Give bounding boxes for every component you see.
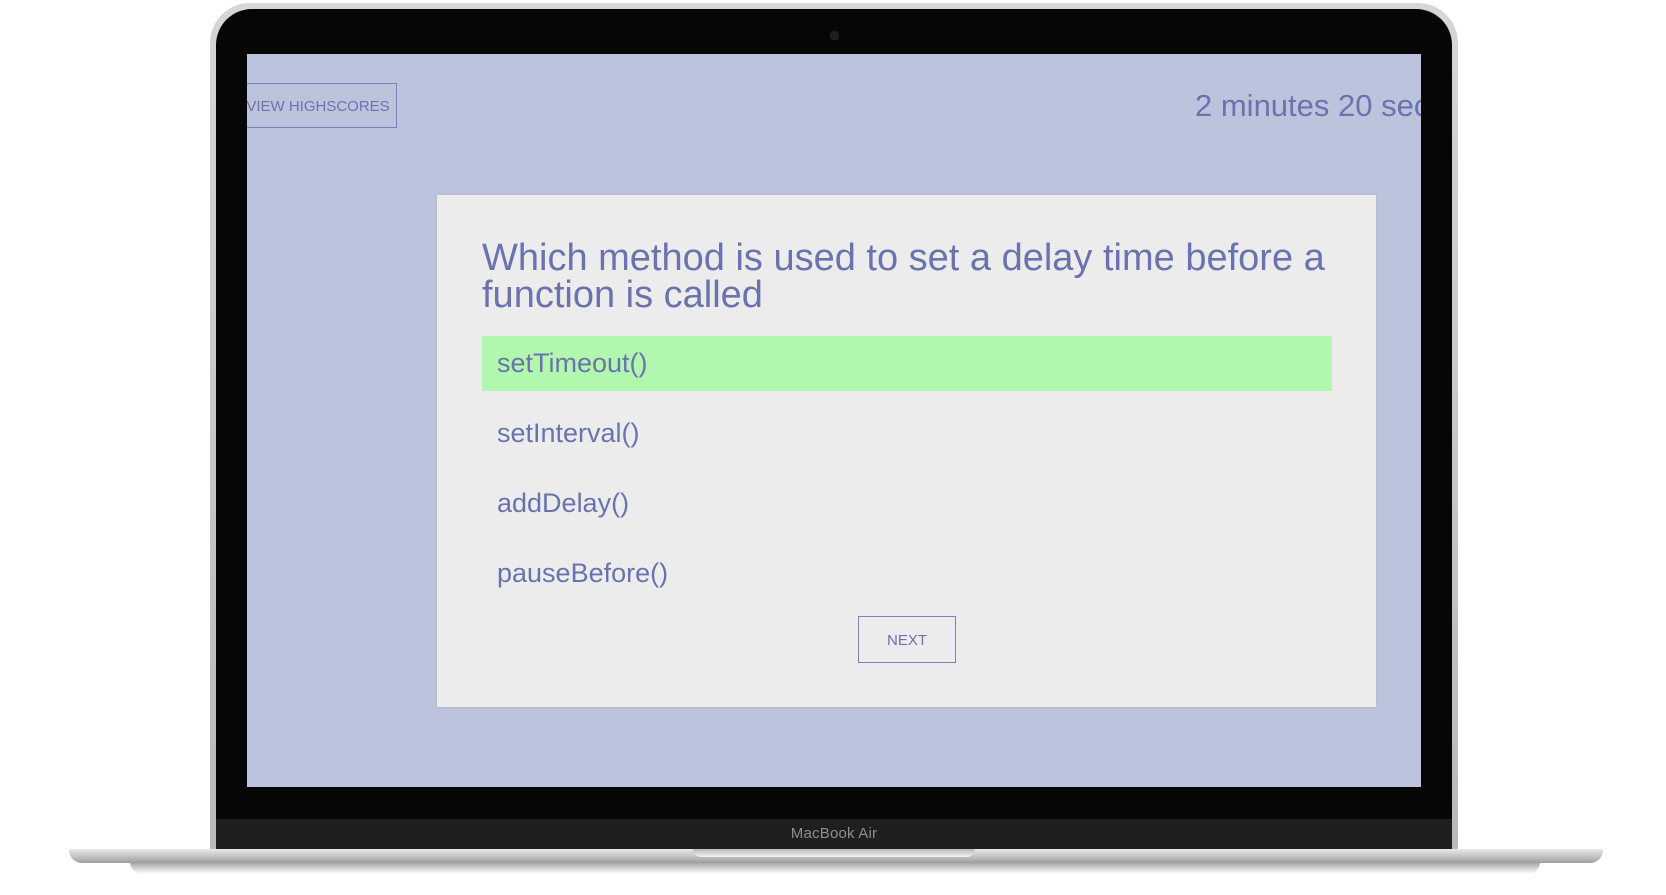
next-button[interactable]: NEXT — [858, 616, 956, 663]
answer-option[interactable]: setInterval() — [482, 406, 1332, 461]
view-highscores-button[interactable]: VIEW HIGHSCORES — [247, 83, 397, 128]
camera-icon — [831, 32, 838, 39]
laptop-mockup: VIEW HIGHSCORES 2 minutes 20 sec Which m… — [0, 0, 1666, 895]
answer-option[interactable]: addDelay() — [482, 476, 1332, 531]
quiz-app-screen: VIEW HIGHSCORES 2 minutes 20 sec Which m… — [247, 54, 1421, 787]
answer-list: setTimeout() setInterval() addDelay() pa… — [482, 336, 1332, 616]
laptop-hinge-notch — [693, 849, 975, 857]
question-card: Which method is used to set a delay time… — [437, 195, 1376, 707]
answer-option[interactable]: pauseBefore() — [482, 546, 1332, 601]
question-text: Which method is used to set a delay time… — [482, 237, 1325, 316]
countdown-timer: 2 minutes 20 sec — [1195, 88, 1421, 123]
answer-option-correct[interactable]: setTimeout() — [482, 336, 1332, 391]
device-label: MacBook Air — [790, 825, 878, 842]
laptop-base-shadow — [130, 862, 1540, 874]
